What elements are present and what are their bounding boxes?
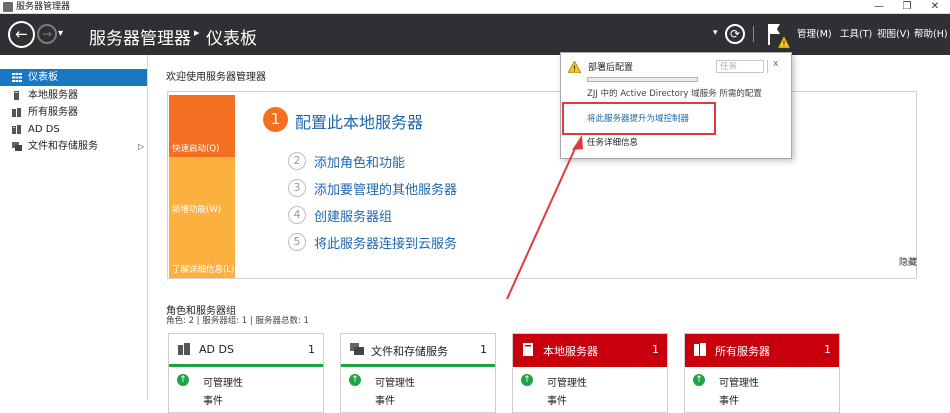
annotation-arrow bbox=[506, 135, 583, 300]
